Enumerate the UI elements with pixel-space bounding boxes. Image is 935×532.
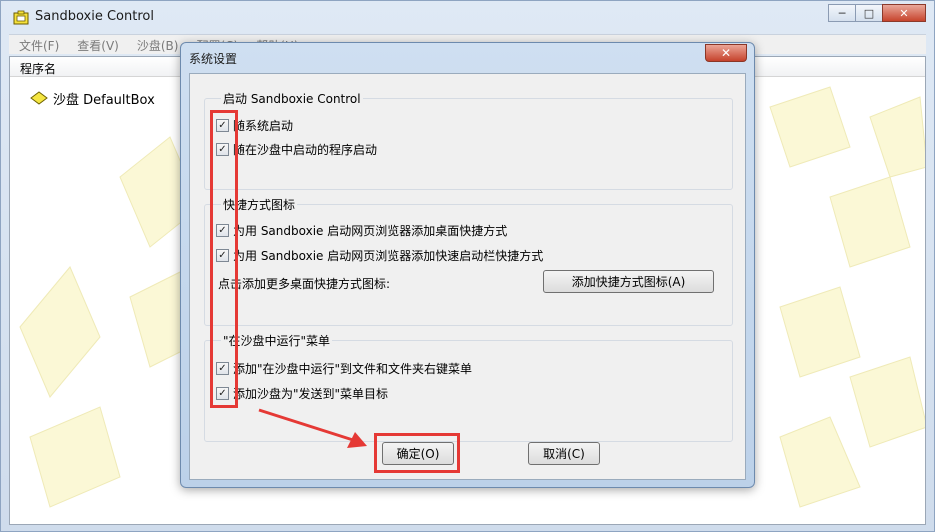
- window-controls: ─ □ ✕: [828, 4, 926, 22]
- menu-file[interactable]: 文件(F): [9, 35, 67, 54]
- menu-view[interactable]: 查看(V): [67, 35, 127, 54]
- group-startup-title: 启动 Sandboxie Control: [221, 90, 363, 107]
- sandbox-icon: [30, 91, 48, 105]
- checkbox-label: 随系统启动: [233, 119, 294, 133]
- checkbox-label: 随在沙盘中启动的程序启动: [233, 143, 378, 157]
- sandbox-item-defaultbox[interactable]: 沙盘 DefaultBox: [30, 89, 155, 108]
- checkbox-label: 为用 Sandboxie 启动网页浏览器添加桌面快捷方式: [233, 224, 508, 238]
- checkbox-start-with-sandboxed-program[interactable]: ✓ 随在沙盘中启动的程序启动: [216, 141, 377, 158]
- annotation-arrow-icon: [258, 408, 367, 448]
- dialog-close-button[interactable]: ✕: [705, 44, 747, 62]
- checkbox-label: 添加"在沙盘中运行"到文件和文件夹右键菜单: [233, 362, 473, 376]
- column-header-program-name[interactable]: 程序名: [20, 60, 56, 77]
- annotation-highlight-checkboxes: [210, 110, 238, 408]
- checkbox-quicklaunch-shortcut[interactable]: ✓ 为用 Sandboxie 启动网页浏览器添加快速启动栏快捷方式: [216, 247, 543, 264]
- annotation-highlight-ok-button: [374, 433, 460, 473]
- add-shortcut-icons-button[interactable]: 添加快捷方式图标(A): [543, 270, 714, 293]
- checkbox-add-run-sandboxed-context-menu[interactable]: ✓ 添加"在沙盘中运行"到文件和文件夹右键菜单: [216, 360, 472, 377]
- minimize-button[interactable]: ─: [828, 4, 856, 22]
- more-shortcuts-label: 点击添加更多桌面快捷方式图标:: [218, 277, 391, 291]
- maximize-button[interactable]: □: [855, 4, 883, 22]
- main-window-title: Sandboxie Control: [35, 9, 154, 24]
- menu-sandbox[interactable]: 沙盘(B): [127, 35, 187, 54]
- close-button[interactable]: ✕: [882, 4, 926, 22]
- sandboxie-app-icon: [13, 10, 29, 25]
- checkbox-desktop-shortcut[interactable]: ✓ 为用 Sandboxie 启动网页浏览器添加桌面快捷方式: [216, 222, 507, 239]
- checkbox-label: 为用 Sandboxie 启动网页浏览器添加快速启动栏快捷方式: [233, 249, 544, 263]
- cancel-button[interactable]: 取消(C): [528, 442, 600, 465]
- main-titlebar[interactable]: Sandboxie Control ─ □ ✕: [1, 1, 934, 33]
- dialog-title: 系统设置: [189, 52, 238, 66]
- sandbox-label: 沙盘 DefaultBox: [53, 92, 155, 108]
